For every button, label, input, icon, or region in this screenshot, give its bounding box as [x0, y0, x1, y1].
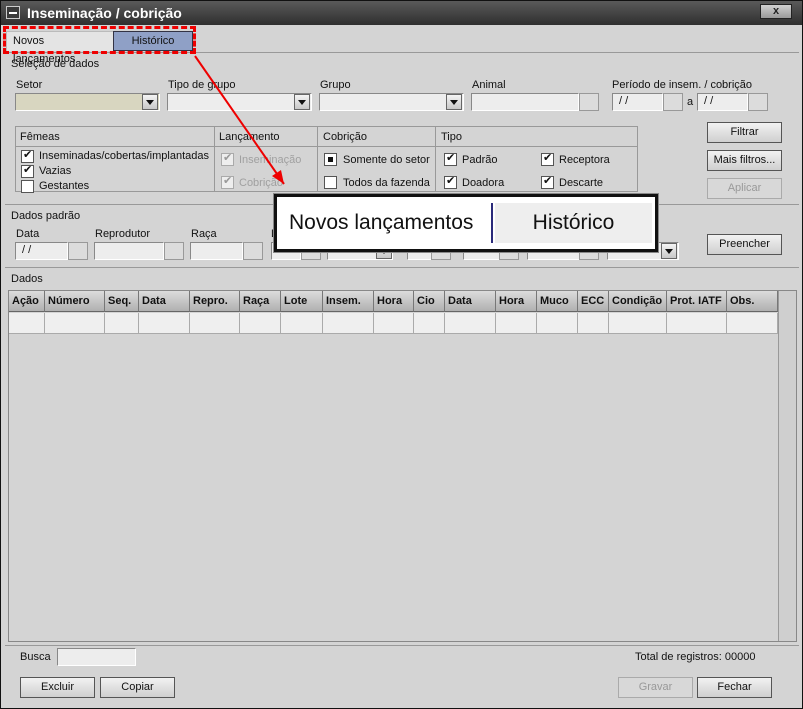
callout-arrow-icon	[194, 55, 285, 185]
zoom-tab-historico: Histórico	[495, 203, 652, 243]
zoom-tab-novos-lancamentos: Novos lançamentos	[283, 203, 493, 243]
zoom-callout: Novos lançamentos Histórico	[274, 194, 658, 252]
